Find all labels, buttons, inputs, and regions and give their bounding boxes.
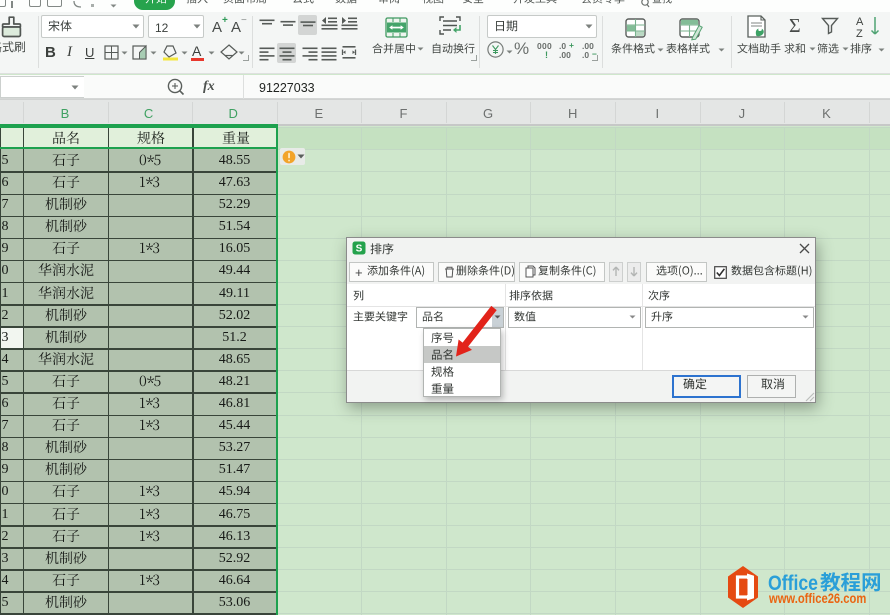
svg-text:Z: Z [856, 28, 863, 40]
svg-text:A: A [856, 16, 864, 28]
svg-text:S: S [356, 244, 363, 255]
